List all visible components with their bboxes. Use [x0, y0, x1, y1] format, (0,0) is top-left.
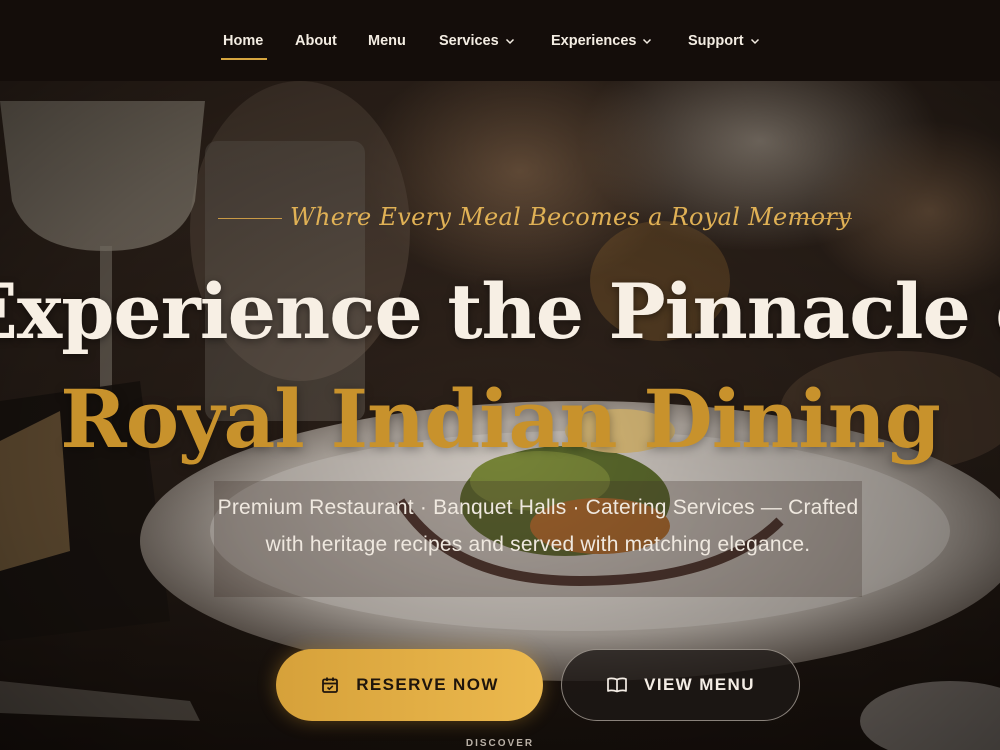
main-nav: Home About Menu Services Experiences Sup…	[0, 0, 1000, 81]
discover-scroll-hint[interactable]: DISCOVER	[450, 738, 550, 749]
nav-item-label: Services	[439, 33, 499, 49]
nav-item-label: Support	[688, 33, 744, 49]
reserve-now-label: RESERVE NOW	[356, 675, 499, 694]
tagline-row: Where Every Meal Becomes a Royal Memory	[0, 201, 1000, 237]
hero-headline-line1: Experience the Pinnacle of	[0, 267, 1000, 356]
chevron-down-icon	[750, 38, 759, 45]
reserve-now-button[interactable]: RESERVE NOW	[276, 649, 543, 721]
hero-section: Where Every Meal Becomes a Royal Memory …	[0, 81, 1000, 750]
nav-item-experiences[interactable]: Experiences	[551, 31, 652, 51]
hero-subtitle: Premium Restaurant · Banquet Halls · Cat…	[217, 496, 859, 556]
hero-headline-line2: Royal Indian Dining	[60, 372, 941, 466]
nav-item-label: Menu	[368, 33, 406, 49]
hero-tagline: Where Every Meal Becomes a Royal Memory	[290, 203, 851, 231]
nav-item-about[interactable]: About	[295, 31, 337, 51]
active-nav-indicator	[221, 58, 267, 60]
view-menu-label: VIEW MENU	[644, 675, 755, 694]
top-navbar: Home About Menu Services Experiences Sup…	[0, 0, 1000, 81]
calendar-icon	[322, 677, 339, 693]
view-menu-button[interactable]: VIEW MENU	[561, 649, 800, 721]
chevron-down-icon	[505, 38, 514, 45]
book-icon	[607, 677, 627, 693]
chevron-down-icon	[643, 38, 652, 45]
tagline-rule-left	[218, 218, 282, 219]
nav-item-label: Home	[223, 33, 264, 49]
nav-item-menu[interactable]: Menu	[368, 31, 406, 51]
nav-item-services[interactable]: Services	[439, 31, 515, 51]
nav-item-label: Experiences	[551, 33, 637, 49]
tagline-rule-right	[794, 218, 852, 219]
nav-item-label: About	[295, 33, 337, 49]
nav-item-support[interactable]: Support	[688, 31, 760, 51]
nav-item-home[interactable]: Home	[223, 31, 263, 51]
